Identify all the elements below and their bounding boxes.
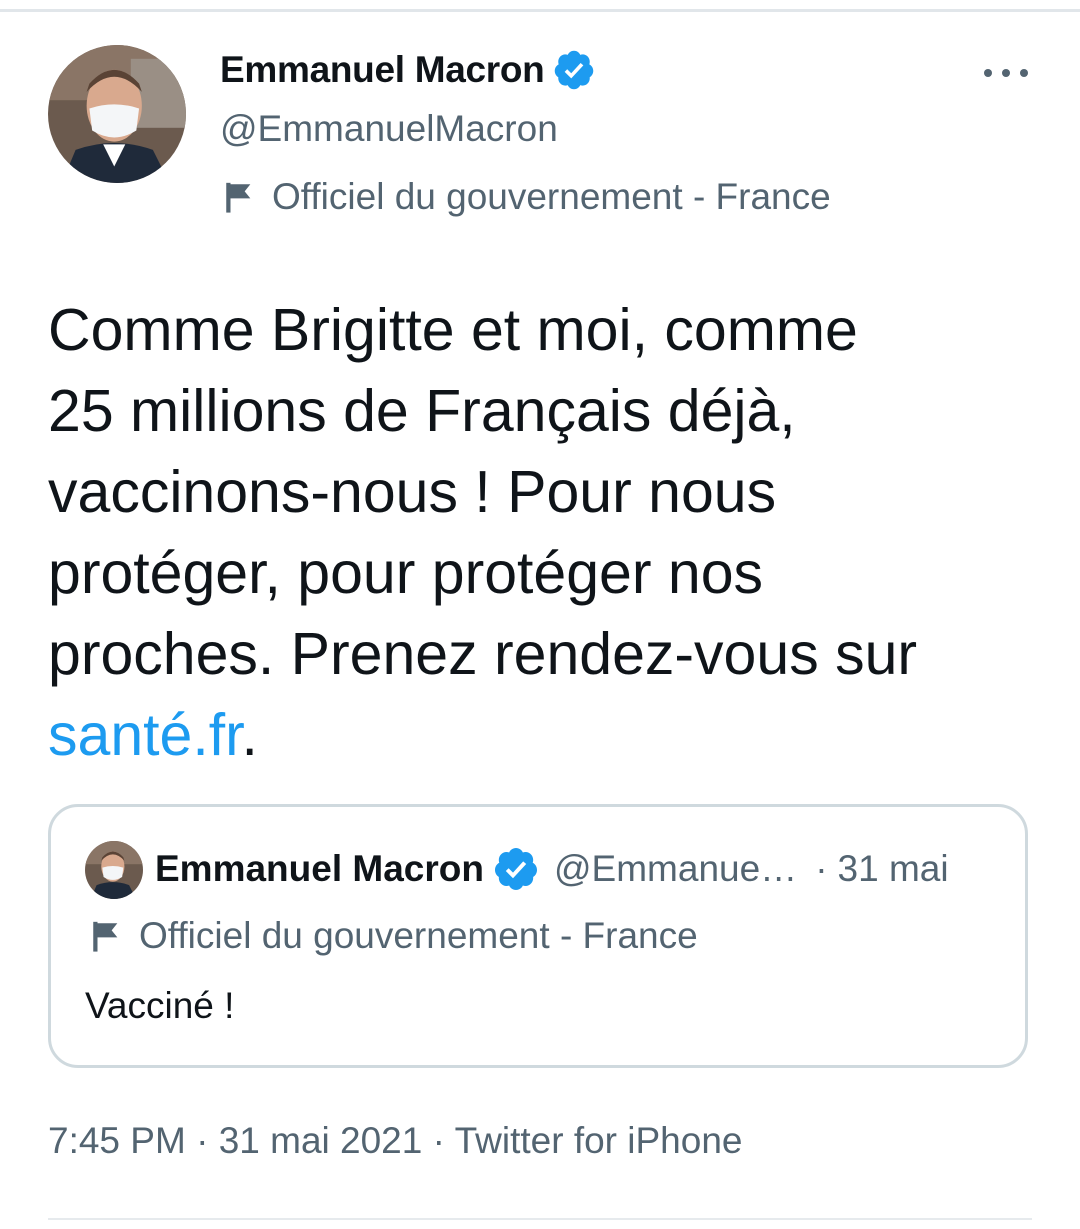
author-avatar[interactable] [48, 45, 186, 183]
quoted-avatar-image [85, 841, 143, 899]
tweet-text-line: 25 millions de Français déjà, [48, 378, 796, 444]
tweet-source[interactable]: Twitter for iPhone [455, 1120, 743, 1161]
flag-icon [222, 180, 256, 214]
verified-badge-icon [552, 48, 596, 92]
flag-icon [89, 919, 123, 953]
quoted-government-label[interactable]: Officiel du gouvernement - France [89, 915, 698, 957]
separator-dot: · [196, 1120, 209, 1161]
government-label[interactable]: Officiel du gouvernement - France [222, 176, 831, 218]
quoted-tweet-text: Vacciné ! [85, 985, 235, 1026]
sante-link[interactable]: santé.fr [48, 702, 242, 768]
quoted-author-handle[interactable]: @Emmanue… [554, 848, 797, 890]
tweet-date[interactable]: 31 mai 2021 [219, 1120, 423, 1161]
quoted-tweet-card[interactable]: Emmanuel Macron @Emmanue… · 31 mai Offic… [48, 804, 1028, 1068]
separator-dot: · [432, 1120, 445, 1161]
author-name[interactable]: Emmanuel Macron [220, 49, 545, 91]
tweet-text-line: vaccinons-nous ! Pour nous [48, 459, 777, 525]
top-divider [0, 9, 1080, 12]
more-dot [1002, 69, 1010, 77]
link-suffix: . [241, 702, 258, 768]
verified-badge-icon [492, 845, 540, 893]
tweet-text: Comme Brigitte et moi, comme 25 millions… [48, 290, 1048, 776]
tweet-text-line: proches. Prenez rendez-vous sur [48, 621, 918, 687]
government-label-text: Officiel du gouvernement - France [272, 176, 831, 217]
avatar-image [48, 45, 186, 183]
quoted-avatar[interactable] [85, 841, 143, 899]
author-handle[interactable]: @EmmanuelMacron [220, 108, 558, 150]
more-dot [984, 69, 992, 77]
tweet-text-line: protéger, pour protéger nos [48, 540, 764, 606]
tweet-text-line: Comme Brigitte et moi, comme [48, 297, 858, 363]
tweet-metadata: 7:45 PM · 31 mai 2021 · Twitter for iPho… [48, 1120, 742, 1162]
quoted-date[interactable]: 31 mai [838, 848, 949, 890]
tweet-time[interactable]: 7:45 PM [48, 1120, 186, 1161]
more-dot [1020, 69, 1028, 77]
quoted-government-label-text: Officiel du gouvernement - France [139, 915, 698, 956]
quoted-author-name[interactable]: Emmanuel Macron [155, 848, 484, 890]
bottom-divider [48, 1218, 1032, 1220]
separator-dot: · [815, 848, 828, 889]
more-options-icon[interactable] [984, 58, 1028, 88]
